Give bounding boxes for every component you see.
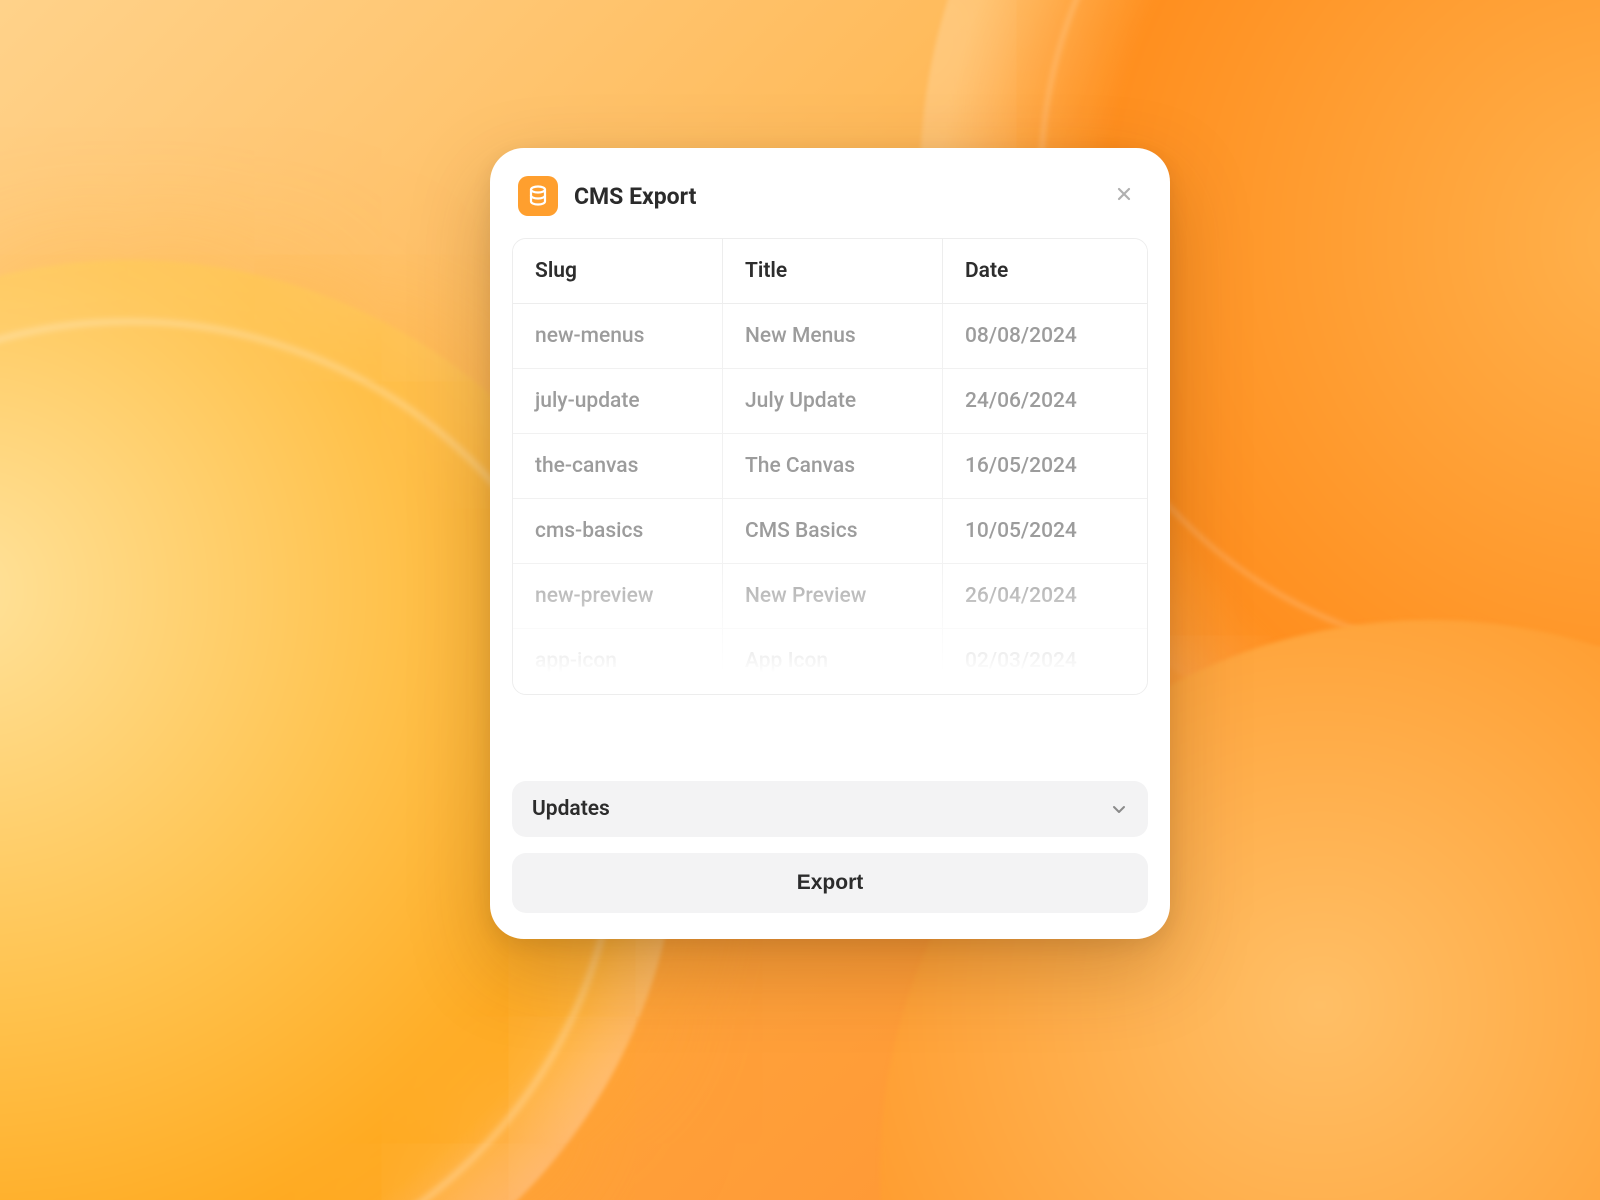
- cell-title: The Canvas: [723, 434, 943, 499]
- close-icon: [1116, 185, 1132, 208]
- modal-footer: Updates Export: [512, 781, 1148, 913]
- close-button[interactable]: [1106, 178, 1142, 214]
- cell-title: New Menus: [723, 304, 943, 369]
- cell-slug: the-canvas: [513, 434, 723, 499]
- database-icon: [518, 176, 558, 216]
- column-header-date[interactable]: Date: [943, 239, 1147, 304]
- cell-date: 02/03/2024: [943, 629, 1147, 694]
- cell-slug: cms-basics: [513, 499, 723, 564]
- table-header-row: Slug Title Date: [513, 239, 1147, 304]
- collection-select[interactable]: Updates: [512, 781, 1148, 837]
- cell-date: 10/05/2024: [943, 499, 1147, 564]
- export-table: Slug Title Date new-menus New Menus 08/0…: [512, 238, 1148, 695]
- column-header-slug[interactable]: Slug: [513, 239, 723, 304]
- cell-title: July Update: [723, 369, 943, 434]
- export-button[interactable]: Export: [512, 853, 1148, 913]
- cell-slug: app-icon: [513, 629, 723, 694]
- table-row[interactable]: july-update July Update 24/06/2024: [513, 369, 1147, 434]
- table-row[interactable]: app-icon App Icon 02/03/2024: [513, 629, 1147, 694]
- cell-date: 16/05/2024: [943, 434, 1147, 499]
- table-row[interactable]: new-preview New Preview 26/04/2024: [513, 564, 1147, 629]
- modal-header: CMS Export: [512, 170, 1148, 238]
- modal-title: CMS Export: [574, 183, 1090, 210]
- cell-slug: july-update: [513, 369, 723, 434]
- cms-export-modal: CMS Export Slug Title Date new-menus New…: [490, 148, 1170, 939]
- select-value: Updates: [532, 797, 610, 821]
- chevron-down-icon: [1110, 800, 1128, 818]
- cell-date: 24/06/2024: [943, 369, 1147, 434]
- table-row[interactable]: cms-basics CMS Basics 10/05/2024: [513, 499, 1147, 564]
- cell-title: CMS Basics: [723, 499, 943, 564]
- table-row[interactable]: new-menus New Menus 08/08/2024: [513, 304, 1147, 369]
- cell-title: New Preview: [723, 564, 943, 629]
- cell-slug: new-preview: [513, 564, 723, 629]
- cell-date: 26/04/2024: [943, 564, 1147, 629]
- cell-slug: new-menus: [513, 304, 723, 369]
- column-header-title[interactable]: Title: [723, 239, 943, 304]
- cell-date: 08/08/2024: [943, 304, 1147, 369]
- table-row[interactable]: the-canvas The Canvas 16/05/2024: [513, 434, 1147, 499]
- cell-title: App Icon: [723, 629, 943, 694]
